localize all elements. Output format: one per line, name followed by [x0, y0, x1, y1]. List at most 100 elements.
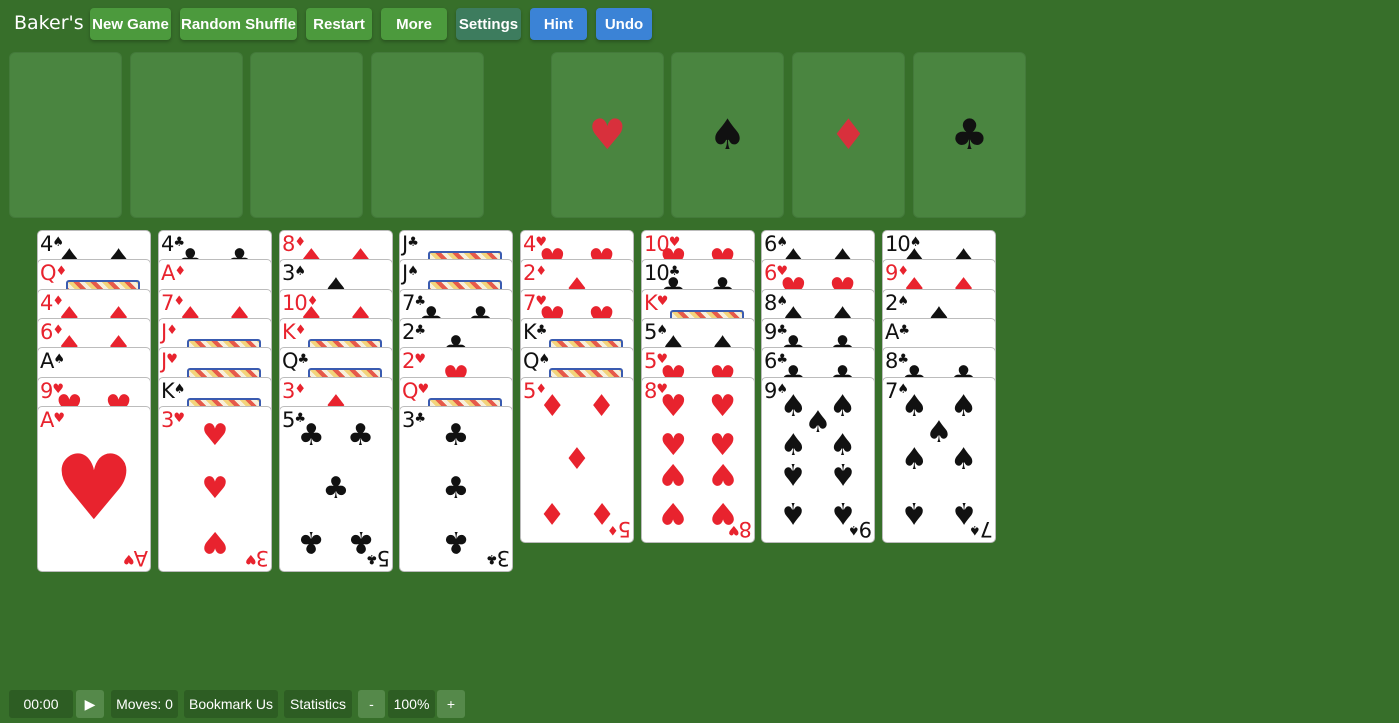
card-rank: 3 [256, 545, 269, 570]
card-rank: K [282, 319, 296, 344]
card-pip-icon: ♠ [900, 494, 928, 530]
more-button[interactable]: More [381, 8, 447, 40]
card-suit-icon: ♠ [53, 352, 65, 368]
card-corner: K♥ [644, 290, 668, 316]
card-suit-icon: ♠ [294, 264, 306, 280]
card-rank: 5 [377, 545, 390, 570]
card-pip-icon: ♦ [538, 494, 566, 530]
card-suit-icon: ♣ [414, 322, 426, 338]
card-rank: A [134, 545, 148, 570]
card-rank: 8 [764, 290, 777, 315]
card-pip-icon: ♦ [563, 441, 591, 477]
card-rank: 8 [644, 378, 657, 403]
card-pip-icon: ♥ [709, 455, 737, 491]
card-rank: Q [40, 261, 57, 286]
restart-button[interactable]: Restart [306, 8, 372, 40]
card-rank: 9 [859, 516, 872, 541]
card-7-col8[interactable]: 7♠ ♠ ♠ ♠ ♠ ♠ ♠ ♠ 7♠ [882, 376, 996, 543]
card-suit-icon: ♥ [173, 410, 185, 426]
card-corner-bottom: 9♠ [849, 516, 872, 542]
card-corner: J♦ [161, 319, 178, 345]
card-suit-icon: ♥ [414, 352, 426, 368]
card-rank: Q [282, 349, 299, 374]
card-corner-bottom: A♥ [124, 545, 148, 571]
foundation-hearts[interactable]: ♥ [551, 52, 664, 218]
foundation-diamonds[interactable]: ♦ [792, 52, 905, 218]
card-5-col5[interactable]: 5♦ ♦ ♦ ♦ ♦ ♦ 5♦ [520, 376, 634, 543]
random-shuffle-button[interactable]: Random Shuffle [180, 8, 297, 40]
card-A-col1[interactable]: A♥ ♥ A♥ [37, 405, 151, 572]
card-suit-icon: ♦ [166, 322, 178, 338]
card-rank: 2 [885, 290, 898, 315]
card-3-col4[interactable]: 3♣ ♣ ♣ ♣ 3♣ [399, 405, 513, 572]
card-corner: A♥ [40, 407, 65, 433]
card-pip-icon: ♥ [201, 470, 229, 506]
card-suit-icon: ♥ [53, 410, 65, 426]
card-9-col7[interactable]: 9♠ ♠ ♠ ♠ ♠ ♠ ♠ ♠ ♠ ♠ 9♠ [761, 376, 875, 543]
zoom-in-button[interactable]: + [437, 690, 465, 718]
card-suit-icon: ♥ [123, 550, 135, 566]
card-3-col2[interactable]: 3♥ ♥ ♥ ♥ 3♥ [158, 405, 272, 572]
card-corner: 3♠ [282, 260, 306, 286]
card-corner-bottom: 7♠ [970, 516, 993, 542]
foundation-spades[interactable]: ♠ [671, 52, 784, 218]
card-suit-icon: ♣ [407, 235, 419, 250]
card-suit-icon: ♣ [535, 322, 548, 338]
foundation-clubs[interactable]: ♣ [913, 52, 1026, 218]
card-rank: 9 [764, 319, 777, 344]
play-icon: ▶ [84, 695, 96, 712]
toolbar: Baker's New Game Random Shuffle Restart … [0, 0, 1399, 48]
zoom-out-button[interactable]: - [358, 690, 385, 718]
card-corner-bottom: 5♦ [608, 516, 631, 542]
card-corner: K♣ [523, 319, 548, 345]
card-rank: 7 [885, 378, 898, 403]
new-game-button[interactable]: New Game [90, 8, 171, 40]
free-cell-3[interactable] [250, 52, 363, 218]
card-8-col6[interactable]: 8♥ ♥ ♥ ♥ ♥ ♥ ♥ ♥ ♥ 8♥ [641, 376, 755, 543]
card-suit-icon: ♦ [535, 264, 547, 280]
card-pip-icon: ♦ [588, 389, 616, 425]
settings-button[interactable]: Settings [456, 8, 521, 40]
card-pip-icon: ♣ [322, 470, 350, 506]
card-rank: 9 [885, 261, 898, 286]
card-rank: 4 [523, 232, 536, 256]
card-5-col3[interactable]: 5♣ ♣ ♣ ♣ ♣ ♣ 5♣ [279, 405, 393, 572]
card-corner: 3♥ [161, 407, 185, 433]
undo-button[interactable]: Undo [596, 8, 652, 40]
card-rank: 5 [523, 378, 536, 403]
free-cell-4[interactable] [371, 52, 484, 218]
card-rank: K [523, 319, 537, 344]
card-corner: 3♦ [282, 378, 306, 404]
card-suit-icon: ♠ [407, 264, 419, 280]
card-suit-icon: ♥ [245, 550, 257, 566]
card-rank: A [885, 319, 899, 344]
card-corner: J♣ [402, 231, 419, 257]
free-cell-1[interactable] [9, 52, 122, 218]
free-cell-2[interactable] [130, 52, 243, 218]
card-pip-icon: ♥ [201, 524, 229, 560]
card-corner: Q♦ [40, 260, 67, 286]
card-rank: A [40, 407, 54, 432]
card-rank: 2 [402, 349, 415, 374]
card-rank: 5 [644, 319, 657, 344]
statistics-button[interactable]: Statistics [284, 690, 352, 718]
card-rank: 6 [764, 349, 777, 374]
hint-button[interactable]: Hint [530, 8, 587, 40]
card-pip-icon: ♥ [53, 435, 135, 541]
card-rank: 5 [618, 516, 631, 541]
play-button[interactable]: ▶ [76, 690, 104, 718]
timer-display: 00:00 [9, 690, 73, 718]
zoom-level: 100% [388, 690, 435, 718]
card-rank: 4 [40, 290, 53, 315]
card-rank: 9 [40, 378, 53, 403]
card-corner-bottom: 3♣ [487, 545, 510, 571]
bookmark-button[interactable]: Bookmark Us [184, 690, 278, 718]
card-rank: 5 [282, 407, 295, 432]
card-corner: A♦ [161, 260, 186, 286]
card-pip-icon: ♠ [779, 494, 807, 530]
card-rank: Q [402, 378, 419, 403]
card-suit-icon: ♦ [174, 264, 186, 280]
card-rank: 5 [644, 349, 657, 374]
card-pip-icon: ♥ [659, 455, 687, 491]
card-rank: K [644, 290, 658, 315]
